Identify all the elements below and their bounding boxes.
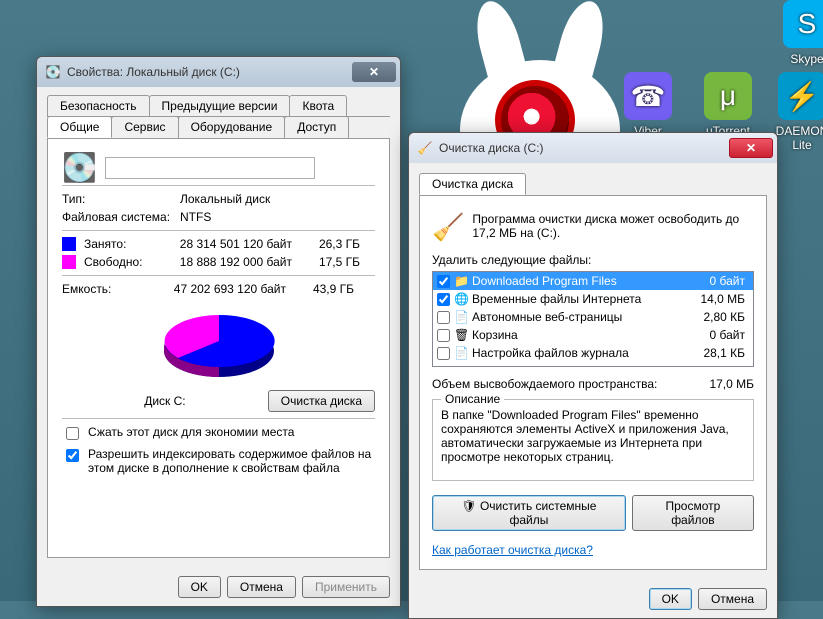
usage-pie-chart (154, 306, 284, 386)
used-label: Занято: (84, 237, 144, 251)
used-bytes: 28 314 501 120 байт (152, 237, 292, 251)
file-list[interactable]: 📁 Downloaded Program Files 0 байт 🌐 Временны… (432, 271, 754, 367)
free-bytes: 18 888 192 000 байт (152, 255, 292, 269)
file-name: Автономные веб-страницы (472, 310, 699, 324)
tab-service[interactable]: Сервис (111, 116, 178, 138)
file-list-row[interactable]: 📁 Downloaded Program Files 0 байт (433, 272, 753, 290)
desc-text: В папке "Downloaded Program Files" време… (441, 408, 745, 472)
file-size: 28,1 КБ (703, 346, 749, 360)
ok-button[interactable]: OK (649, 588, 692, 610)
desktop-icon-viber[interactable]: ☎ Viber (616, 72, 680, 138)
cleanup-icon: 🧹 (417, 140, 433, 156)
file-checkbox[interactable] (437, 275, 450, 288)
tab-row-upper: Безопасность Предыдущие версии Квота (47, 95, 390, 117)
window-title: Свойства: Локальный диск (C:) (67, 65, 352, 79)
desktop-icon-skype[interactable]: S Skype (775, 0, 823, 66)
disk-cleanup-button[interactable]: Очистка диска (268, 390, 375, 412)
capacity-label: Емкость: (62, 282, 138, 296)
desc-title: Описание (441, 392, 504, 406)
volume-name-input[interactable] (105, 157, 315, 179)
file-type-icon: 🗑 (454, 328, 468, 342)
file-size: 0 байт (710, 274, 749, 288)
file-name: Настройка файлов журнала (472, 346, 699, 360)
file-checkbox[interactable] (437, 329, 450, 342)
cleanup-large-icon: 🧹 (432, 212, 464, 243)
file-type-icon: 📁 (454, 274, 468, 288)
titlebar[interactable]: 💽 Свойства: Локальный диск (C:) ✕ (37, 57, 400, 87)
index-checkbox[interactable] (66, 449, 79, 462)
index-label: Разрешить индексировать содержимое файло… (88, 447, 375, 475)
tab-quota[interactable]: Квота (289, 95, 347, 116)
type-value: Локальный диск (180, 192, 270, 206)
desktop-icon-utorrent[interactable]: μ uTorrent (696, 72, 760, 138)
file-list-row[interactable]: 📄 Автономные веб-страницы 2,80 КБ (433, 308, 753, 326)
desktop-icon-label: Skype (775, 52, 823, 66)
shield-icon: 🛡 (461, 499, 476, 513)
file-type-icon: 📄 (454, 346, 468, 360)
file-name: Корзина (472, 328, 706, 342)
tab-previous-versions[interactable]: Предыдущие версии (149, 95, 291, 116)
properties-window: 💽 Свойства: Локальный диск (C:) ✕ Безопа… (36, 56, 401, 607)
free-gb: 17,5 ГБ (300, 255, 360, 269)
file-size: 2,80 КБ (703, 310, 749, 324)
close-button[interactable]: ✕ (729, 138, 773, 158)
file-checkbox[interactable] (437, 311, 450, 324)
cleanup-intro: Программа очистки диска может освободить… (472, 212, 754, 240)
file-size: 0 байт (710, 328, 749, 342)
file-type-icon: 📄 (454, 310, 468, 324)
file-size: 14,0 МБ (700, 292, 749, 306)
file-name: Временные файлы Интернета (472, 292, 696, 306)
tab-general[interactable]: Общие (47, 116, 112, 138)
delete-files-label: Удалить следующие файлы: (432, 253, 754, 267)
free-label: Свободно: (84, 255, 144, 269)
capacity-gb: 43,9 ГБ (294, 282, 354, 296)
file-list-row[interactable]: 🗑 Корзина 0 байт (433, 326, 753, 344)
free-swatch (62, 255, 76, 269)
view-files-button[interactable]: Просмотр файлов (632, 495, 754, 531)
tab-equipment[interactable]: Оборудование (178, 116, 286, 138)
used-gb: 26,3 ГБ (300, 237, 360, 251)
compress-checkbox[interactable] (66, 427, 79, 440)
apply-button[interactable]: Применить (302, 576, 390, 598)
tab-access[interactable]: Доступ (284, 116, 349, 138)
type-label: Тип: (62, 192, 172, 206)
drive-large-icon: 💽 (62, 157, 97, 179)
titlebar[interactable]: 🧹 Очистка диска (C:) ✕ (409, 133, 777, 163)
file-checkbox[interactable] (437, 347, 450, 360)
tab-row-lower: Общие Сервис Оборудование Доступ (47, 116, 390, 139)
total-label: Объем высвобождаемого пространства: (432, 377, 657, 391)
pie-caption: Диск C: (62, 394, 268, 408)
window-title: Очистка диска (C:) (439, 141, 729, 155)
close-button[interactable]: ✕ (352, 62, 396, 82)
drive-icon: 💽 (45, 64, 61, 80)
total-value: 17,0 МБ (709, 377, 754, 391)
file-name: Downloaded Program Files (472, 274, 706, 288)
capacity-bytes: 47 202 693 120 байт (146, 282, 286, 296)
disk-cleanup-window: 🧹 Очистка диска (C:) ✕ Очистка диска 🧹 П… (408, 132, 778, 619)
file-checkbox[interactable] (437, 293, 450, 306)
file-list-row[interactable]: 📄 Настройка файлов журнала 28,1 КБ (433, 344, 753, 362)
how-it-works-link[interactable]: Как работает очистка диска? (432, 543, 593, 557)
tab-security[interactable]: Безопасность (47, 95, 150, 116)
file-list-row[interactable]: 🌐 Временные файлы Интернета 14,0 МБ (433, 290, 753, 308)
compress-label: Сжать этот диск для экономии места (88, 425, 294, 439)
ok-button[interactable]: OK (178, 576, 221, 598)
fs-value: NTFS (180, 210, 211, 224)
cancel-button[interactable]: Отмена (227, 576, 296, 598)
tab-cleanup[interactable]: Очистка диска (419, 173, 526, 195)
used-swatch (62, 237, 76, 251)
clean-system-files-button[interactable]: 🛡 Очистить системные файлы (432, 495, 626, 531)
file-type-icon: 🌐 (454, 292, 468, 306)
cancel-button[interactable]: Отмена (698, 588, 767, 610)
fs-label: Файловая система: (62, 210, 172, 224)
